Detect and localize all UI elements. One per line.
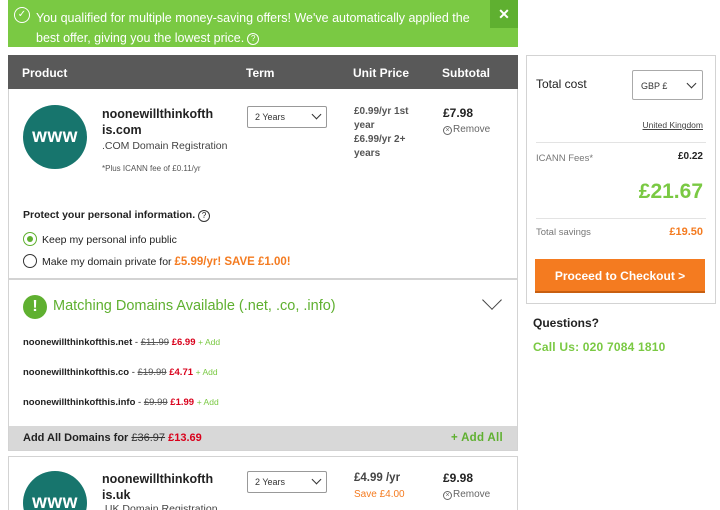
- privacy-title-text: Protect your personal information.: [23, 209, 196, 221]
- add-link[interactable]: + Add: [196, 367, 218, 377]
- phone-link[interactable]: Call Us: 020 7084 1810: [533, 340, 666, 354]
- domain-name-line1: noonewillthinkofth: [102, 472, 214, 486]
- header-subtotal: Subtotal: [442, 66, 490, 80]
- icann-fees-text: ICANN Fees: [536, 153, 590, 164]
- icann-fees-label: ICANN Fees*: [536, 153, 594, 164]
- total-amount: £21.67: [638, 180, 703, 203]
- add-all-button[interactable]: + Add All: [451, 432, 503, 444]
- checkout-button[interactable]: Proceed to Checkout >: [535, 259, 705, 293]
- currency-value: GBP £: [641, 81, 668, 91]
- add-all-label: Add All Domains for: [23, 432, 129, 444]
- privacy-title: Protect your personal information.?: [23, 209, 211, 222]
- price-line: £6.99/yr 2+: [354, 134, 406, 145]
- domain-type: .UK Domain Registration: [102, 503, 218, 510]
- subtotal: £9.98: [443, 471, 474, 485]
- order-summary: Total cost GBP £ United Kingdom ICANN Fe…: [526, 55, 716, 304]
- matching-domains-panel: ! Matching Domains Available (.net, .co,…: [8, 279, 518, 451]
- country-link[interactable]: United Kingdom: [643, 120, 703, 130]
- privacy-option-private[interactable]: Make my domain private for £5.99/yr! SAV…: [23, 254, 291, 268]
- alt-old-price: £19.99: [137, 367, 167, 378]
- alt-new-price: £4.71: [169, 367, 194, 378]
- icann-note: *Plus ICANN fee of £0.11/yr: [102, 164, 201, 173]
- domain-name-line1: noonewillthinkofth: [102, 107, 214, 121]
- total-cost-label: Total cost: [536, 77, 587, 91]
- alt-new-price: £6.99: [171, 337, 196, 348]
- subtotal: £7.98: [443, 106, 474, 120]
- help-icon[interactable]: ?: [247, 33, 260, 45]
- term-select[interactable]: 2 Years: [247, 471, 327, 493]
- remove-icon: ×: [443, 491, 452, 500]
- icann-fees-value: £0.22: [677, 151, 703, 162]
- domain-name: noonewillthinkofth is.com: [102, 106, 214, 138]
- www-logo-icon: www: [23, 471, 87, 510]
- divider: [536, 218, 706, 219]
- close-icon[interactable]: ✕: [490, 0, 518, 28]
- offer-message: You qualified for multiple money-saving …: [36, 8, 476, 48]
- remove-button[interactable]: × Remove: [443, 124, 490, 135]
- option-label: Keep my personal info public: [42, 234, 177, 246]
- price-line: year: [354, 120, 375, 131]
- header-product: Product: [22, 66, 68, 80]
- domain-type: .COM Domain Registration: [102, 140, 228, 152]
- price-line: £0.99/yr 1st: [354, 106, 409, 117]
- alt-domain-name: noonewillthinkofthis.co: [23, 367, 130, 378]
- header-term: Term: [246, 66, 275, 80]
- term-value: 2 Years: [255, 112, 286, 122]
- matching-domain-row: noonewillthinkofthis.info - £9.99 £1.99 …: [23, 397, 219, 408]
- alt-old-price: £9.99: [143, 397, 168, 408]
- term-value: 2 Years: [255, 477, 286, 487]
- questions-heading: Questions?: [533, 316, 600, 330]
- alt-domain-name: noonewillthinkofthis.info: [23, 397, 136, 408]
- check-icon: ✓: [14, 7, 30, 23]
- remove-label: Remove: [453, 124, 491, 135]
- cart-item: www noonewillthinkofth is.uk .UK Domain …: [8, 456, 518, 510]
- domain-name-line2: is.com: [102, 123, 142, 137]
- add-all-new-price: £13.69: [168, 432, 202, 444]
- save-amount: Save £4.00: [354, 489, 405, 500]
- cart-item: www noonewillthinkofth is.com .COM Domai…: [8, 89, 518, 279]
- unit-price: £4.99 /yr: [354, 472, 401, 484]
- term-select[interactable]: 2 Years: [247, 106, 327, 128]
- unit-price: £0.99/yr 1st year £6.99/yr 2+ years: [354, 105, 409, 161]
- divider: [536, 142, 706, 143]
- add-all-bar: Add All Domains for £36.97 £13.69 + Add …: [9, 426, 517, 450]
- cart-header: Product Term Unit Price Subtotal: [8, 55, 518, 89]
- savings-value: £19.50: [669, 226, 703, 238]
- price-line: years: [354, 148, 381, 159]
- header-unit-price: Unit Price: [353, 66, 410, 80]
- add-all-text: Add All Domains for £36.97 £13.69: [23, 432, 202, 444]
- www-logo-icon: www: [23, 105, 87, 169]
- matching-domain-row: noonewillthinkofthis.co - £19.99 £4.71 +…: [23, 367, 218, 378]
- domain-name-line2: is.uk: [102, 488, 131, 502]
- alt-old-price: £11.99: [140, 337, 170, 348]
- chevron-down-icon: [311, 109, 322, 120]
- remove-label: Remove: [453, 489, 491, 500]
- remove-button[interactable]: × Remove: [443, 489, 490, 500]
- remove-icon: ×: [443, 126, 452, 135]
- alt-new-price: £1.99: [170, 397, 195, 408]
- chevron-down-icon[interactable]: [482, 290, 502, 310]
- add-all-old-price: £36.97: [131, 432, 166, 444]
- privacy-option-public[interactable]: Keep my personal info public: [23, 232, 177, 246]
- help-icon[interactable]: ?: [198, 210, 211, 222]
- alt-domain-name: noonewillthinkofthis.net: [23, 337, 133, 348]
- add-link[interactable]: + Add: [197, 397, 219, 407]
- chevron-down-icon: [311, 474, 322, 485]
- privacy-offer: £5.99/yr! SAVE £1.00!: [174, 256, 291, 268]
- matching-title: Matching Domains Available (.net, .co, .…: [53, 298, 336, 314]
- radio-selected-icon[interactable]: [23, 232, 37, 246]
- option-label: Make my domain private for: [42, 256, 175, 268]
- domain-name: noonewillthinkofth is.uk: [102, 471, 214, 503]
- radio-unselected-icon[interactable]: [23, 254, 37, 268]
- currency-select[interactable]: GBP £: [632, 70, 703, 100]
- exclamation-icon: !: [23, 295, 47, 319]
- offer-banner: ✓ You qualified for multiple money-savin…: [8, 0, 518, 47]
- matching-domain-row: noonewillthinkofthis.net - £11.99 £6.99 …: [23, 337, 221, 348]
- savings-label: Total savings: [536, 227, 591, 238]
- chevron-down-icon: [686, 78, 697, 89]
- add-link[interactable]: + Add: [198, 337, 220, 347]
